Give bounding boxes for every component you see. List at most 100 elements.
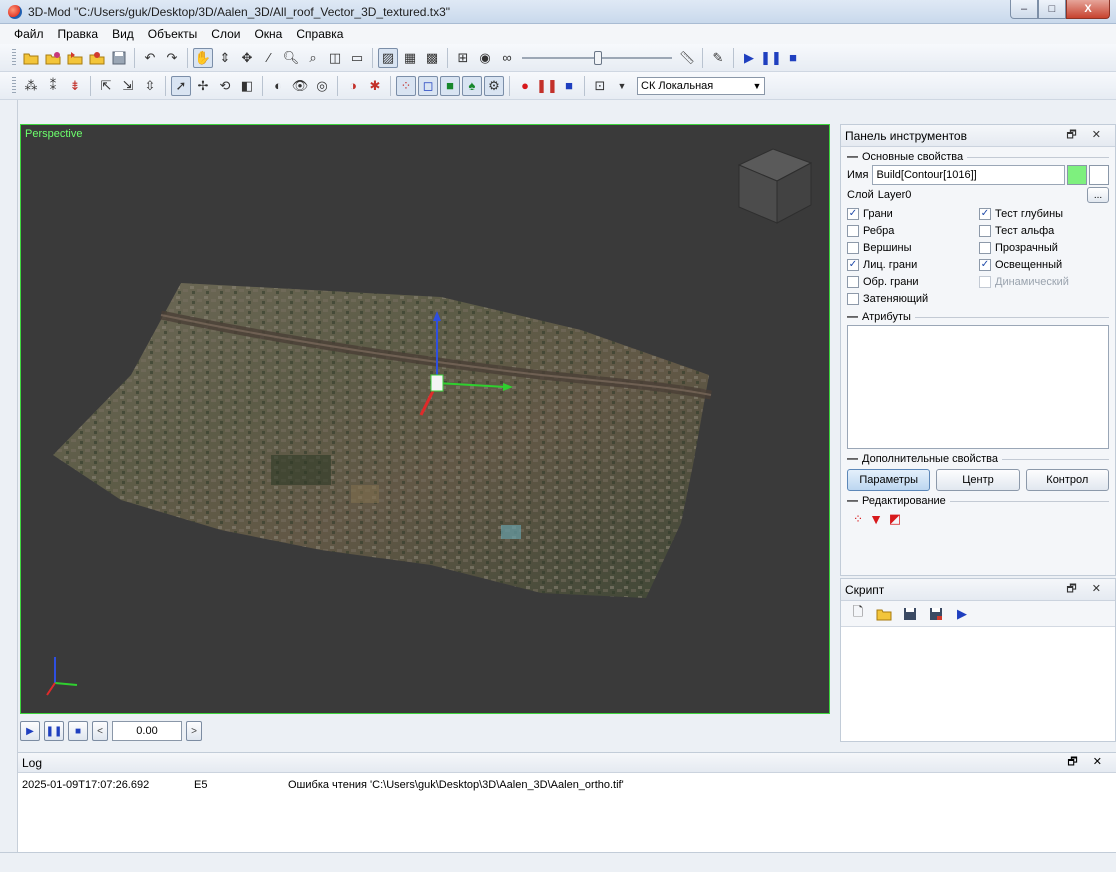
coordinate-system-icon[interactable]: ⊡ [590,76,610,96]
maximize-button[interactable]: □ [1038,0,1066,19]
open-object-icon[interactable] [43,48,63,68]
log-entry[interactable]: 2025-01-09T17:07:26.692 E5 Ошибка чтения… [18,773,1116,797]
extra-properties-section[interactable]: — Дополнительные свойства [847,453,1109,465]
run-script-icon[interactable]: ▶ [952,604,972,624]
rotate-object-icon[interactable]: ⟲ [215,76,235,96]
new-script-icon[interactable]: 🗋︎ [848,604,868,624]
point-move-icon[interactable]: ⇟ [65,76,85,96]
coordinate-system-select[interactable]: СК Локальная ▼ [637,76,765,95]
pause-icon[interactable]: ❚❚ [760,48,782,68]
glasses-icon[interactable]: ∞ [497,48,517,68]
view-box-icon[interactable]: ▭ [347,48,367,68]
layer-browse-button[interactable]: ... [1087,187,1109,203]
pause-button[interactable]: ❚❚ [44,721,64,741]
depth-test-checkbox[interactable]: ✓ Тест глубины [979,205,1111,222]
select-add-icon[interactable]: ⇲ [118,76,138,96]
menu-windows[interactable]: Окна [248,27,288,41]
secondary-color-swatch[interactable] [1089,165,1109,185]
show-points-icon[interactable]: ⁘ [396,75,416,96]
vertices-checkbox[interactable]: Вершины [847,239,979,256]
open-folder-icon[interactable] [21,48,41,68]
hide-icon[interactable]: ◑ [343,76,363,96]
point-add-icon[interactable]: ⁑ [43,76,63,96]
shadowing-checkbox[interactable]: Затеняющий [847,290,979,307]
select-arrow-icon[interactable]: ➚ [171,75,191,96]
move-vertical-icon[interactable]: ⇕ [215,48,235,68]
step-back-button[interactable]: < [92,721,108,741]
attributes-section[interactable]: — Атрибуты [847,311,1109,323]
texture-icon[interactable]: ▩ [422,48,442,68]
close-button[interactable]: X [1066,0,1110,19]
front-faces-checkbox[interactable]: ✓ Лиц. грани [847,256,979,273]
zoom-window-icon[interactable]: ⌕ [303,48,323,68]
panel-dock-controls[interactable]: 🗗 ✕ [1067,753,1108,772]
record-stop-icon[interactable]: ■ [559,76,579,96]
coordinate-dropdown-arrow-icon[interactable]: ▼ [612,76,632,96]
toolbar-grip[interactable] [12,48,16,67]
pencil-icon[interactable]: ✎ [708,48,728,68]
redo-icon[interactable]: ↷ [162,48,182,68]
eye-icon[interactable]: 👁︎ [290,76,310,96]
menu-objects[interactable]: Объекты [142,27,204,41]
record-pause-icon[interactable]: ❚❚ [536,76,558,96]
visibility-icon[interactable]: ◐ [268,76,288,96]
export-icon[interactable] [87,48,107,68]
center-button[interactable]: Центр [936,469,1020,491]
slider-thumb[interactable] [594,50,602,65]
editing-section[interactable]: — Редактирование [847,495,1109,507]
ruler-icon[interactable]: 📏︎ [677,48,697,68]
move-icon[interactable]: ✢ [193,76,213,96]
zoom-slider[interactable] [522,48,672,68]
show-solid-icon[interactable]: ■ [440,75,460,96]
panel-dock-controls[interactable]: 🗗 ✕ [1066,580,1107,599]
lit-checkbox[interactable]: ✓ Освещенный [979,256,1111,273]
alpha-test-checkbox[interactable]: Тест альфа [979,222,1111,239]
pick-line-icon[interactable]: ⁄ [259,48,279,68]
import-icon[interactable] [65,48,85,68]
toolbar-grip[interactable] [12,76,16,95]
edit-points-icon[interactable]: ⁘ [853,512,863,526]
split-view-icon[interactable]: ⊞ [453,48,473,68]
record-icon[interactable]: ● [515,76,535,96]
menu-help[interactable]: Справка [290,27,349,41]
play-icon[interactable]: ▶ [739,48,759,68]
scale-icon[interactable]: ◧ [237,76,257,96]
eye-percent-icon[interactable]: ◎ [312,76,332,96]
view-cube[interactable] [737,148,813,224]
play-button[interactable]: ▶ [20,721,40,741]
panel-dock-controls[interactable]: 🗗 ✕ [1066,126,1107,145]
save-icon[interactable] [109,48,129,68]
3d-viewport[interactable]: Perspective [20,124,830,714]
back-faces-checkbox[interactable]: Обр. грани [847,273,979,290]
save-as-script-icon[interactable] [926,604,946,624]
view-cube-icon[interactable]: ◫ [325,48,345,68]
rotate-icon[interactable]: ✥ [237,48,257,68]
attributes-list[interactable] [847,325,1109,449]
stop-button[interactable]: ■ [68,721,88,741]
name-field[interactable]: Build[Contour[1016]] [872,165,1065,185]
stop-icon[interactable]: ■ [783,48,803,68]
basic-properties-section[interactable]: — Основные свойства [847,151,1109,163]
transparent-checkbox[interactable]: Прозрачный [979,239,1111,256]
select-remove-icon[interactable]: ⇳ [140,76,160,96]
parameters-button[interactable]: Параметры [847,469,931,491]
wireframe-mode-icon[interactable]: ▨ [378,47,398,68]
edit-triangle-icon[interactable]: ▼ [869,511,883,527]
minimize-button[interactable]: – [1010,0,1038,19]
time-field[interactable]: 0.00 [112,721,182,741]
point-select-icon[interactable]: ⁂ [21,76,41,96]
show-wire-icon[interactable]: ◻ [418,75,438,96]
undo-icon[interactable]: ↶ [140,48,160,68]
control-button[interactable]: Контрол [1025,469,1109,491]
faces-checkbox[interactable]: ✓ Грани [847,205,979,222]
terrain-model[interactable] [53,283,712,598]
stereo-icon[interactable]: ◉ [475,48,495,68]
grid-icon[interactable]: ▦ [400,48,420,68]
edges-checkbox[interactable]: Ребра [847,222,979,239]
menu-file[interactable]: Файл [8,27,50,41]
menu-layers[interactable]: Слои [205,27,246,41]
save-script-icon[interactable] [900,604,920,624]
hide-all-icon[interactable]: ✱ [365,76,385,96]
zoom-icon[interactable]: 🔍︎ [281,48,301,68]
step-forward-button[interactable]: > [186,721,202,741]
